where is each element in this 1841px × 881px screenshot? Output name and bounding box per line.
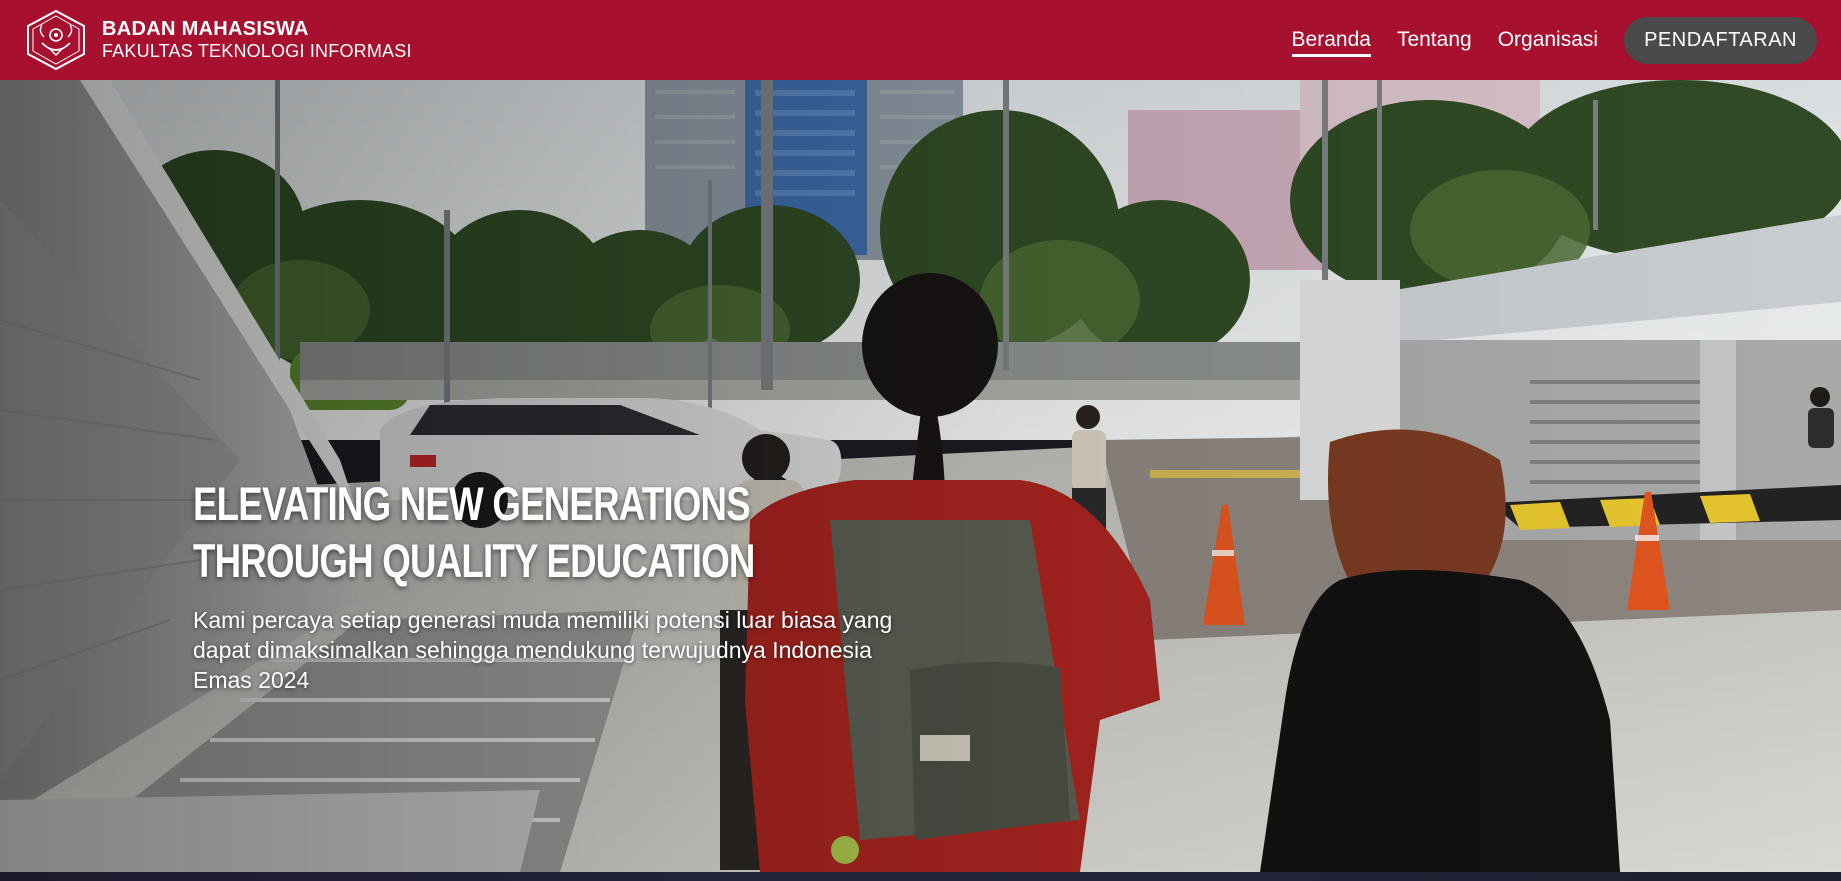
hero-section: ELEVATING NEW GENERATIONS THROUGH QUALIT…: [0, 80, 1841, 872]
brand-text[interactable]: BADAN MAHASISWA FAKULTAS TEKNOLOGI INFOR…: [102, 18, 412, 63]
next-section-edge: [0, 872, 1841, 881]
hero-text-block: ELEVATING NEW GENERATIONS THROUGH QUALIT…: [193, 475, 973, 695]
nav-item-organisasi[interactable]: Organisasi: [1498, 24, 1598, 56]
university-emblem-icon[interactable]: [24, 9, 88, 71]
hero-headline-line-1: ELEVATING NEW GENERATIONS: [193, 477, 751, 530]
pendaftaran-button[interactable]: PENDAFTARAN: [1624, 16, 1817, 64]
site-header: BADAN MAHASISWA FAKULTAS TEKNOLOGI INFOR…: [0, 0, 1841, 80]
nav-item-beranda[interactable]: Beranda: [1291, 24, 1372, 57]
org-name: BADAN MAHASISWA: [102, 17, 309, 40]
nav-item-tentang[interactable]: Tentang: [1397, 24, 1472, 56]
faculty-name: FAKULTAS TEKNOLOGI INFORMASI: [102, 41, 412, 62]
hero-headline-line-2: THROUGH QUALITY EDUCATION: [193, 534, 755, 587]
main-nav: Beranda Tentang Organisasi PENDAFTARAN: [1266, 0, 1817, 80]
hero-headline: ELEVATING NEW GENERATIONS THROUGH QUALIT…: [193, 475, 786, 589]
hero-subtext: Kami percaya setiap generasi muda memili…: [193, 607, 893, 693]
